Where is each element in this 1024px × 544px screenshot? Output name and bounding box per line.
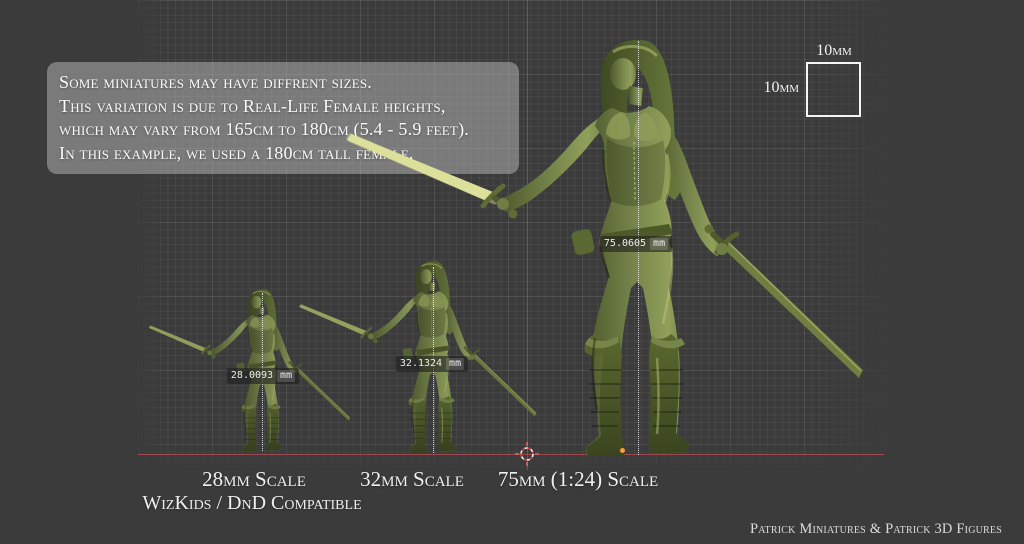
measurement-label-75mm: 75.0605 mm: [600, 236, 672, 252]
reference-square-top-label: 10mm: [816, 42, 852, 60]
miniature-figure-75mm[interactable]: [345, 38, 870, 468]
reference-square-side-label: 10mm: [763, 79, 802, 97]
scale-label-32mm: 32mm Scale: [360, 467, 464, 492]
3d-cursor-icon: [514, 441, 540, 467]
scale-label-75mm: 75mm (1:24) Scale: [498, 467, 658, 492]
viewport-3d[interactable]: Some miniatures may have diffrent sizes.…: [0, 0, 1024, 544]
object-origin-dot: [620, 448, 625, 453]
measurement-value: 28.0093: [231, 370, 273, 382]
measurement-unit: mm: [277, 370, 295, 382]
reference-square-10mm: [806, 62, 861, 117]
measurement-value: 75.0605: [604, 238, 646, 250]
scale-label-28mm: 28mm Scale: [202, 467, 306, 492]
measurement-label-32mm: 32.1324 mm: [396, 356, 468, 372]
measurement-unit: mm: [446, 358, 464, 370]
measurement-value: 32.1324: [400, 358, 442, 370]
scale-label-28mm-subtitle: WizKids / DnD Compatible: [142, 492, 361, 515]
measurement-unit: mm: [650, 238, 668, 250]
footer-credit: Patrick Miniatures & Patrick 3D Figures: [750, 521, 1002, 538]
measurement-label-28mm: 28.0093 mm: [227, 368, 299, 384]
